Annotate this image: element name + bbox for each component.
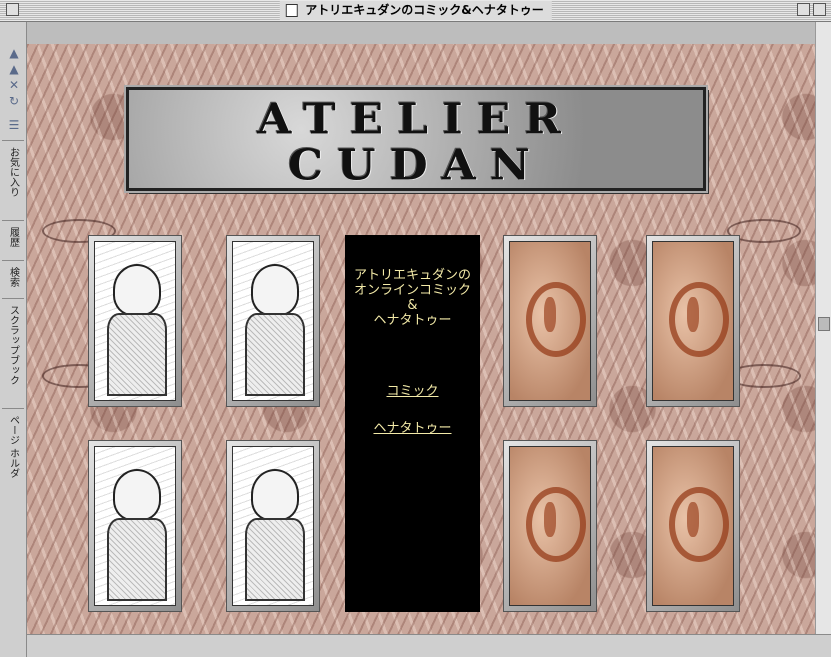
collapse-box-icon[interactable] (813, 3, 826, 16)
window-title-bar[interactable]: アトリエキュダンのコミック&ヘナタトゥー (0, 0, 831, 22)
tab-scrapbook[interactable]: スクラップブック (2, 298, 24, 408)
explorer-sidebar: ▲ ▲ ✕ ↻ ☰ お気に入り 履歴 検索 スクラップブック ページ ホルダ (0, 22, 27, 657)
comic-thumbnail-2[interactable] (226, 235, 320, 407)
tab-page-holder[interactable]: ページ ホルダ (2, 408, 24, 492)
site-heading: アトリエキュダンの オンラインコミック & ヘナタトゥー (345, 268, 480, 328)
tab-scrapbook-label: スクラップブック (7, 305, 19, 385)
heading-line-2: オンラインコミック (353, 283, 471, 298)
forward-arrow-icon[interactable]: ▲ (6, 62, 22, 76)
tab-search-label: 検索 (7, 267, 19, 287)
status-bar (27, 634, 831, 657)
tattoo-thumbnail-dragon[interactable] (646, 440, 740, 612)
center-menu-panel: アトリエキュダンの オンラインコミック & ヘナタトゥー コミック ヘナタトゥー (345, 235, 480, 612)
heading-line-3: & (407, 298, 418, 313)
henna-tattoo-link[interactable]: ヘナタトゥー (345, 417, 480, 436)
heading-line-4: ヘナタトゥー (373, 313, 452, 328)
comic-link[interactable]: コミック (345, 380, 480, 399)
window-title-wrap: アトリエキュダンのコミック&ヘナタトゥー (279, 1, 552, 20)
tab-history-label: 履歴 (7, 227, 19, 247)
logo-line-2: CUDAN (288, 141, 544, 190)
document-icon (285, 4, 298, 17)
page-content: ATELIER CUDAN アトリエキュダンの オンラインコミック & ヘナタト… (27, 44, 815, 634)
tab-favorites[interactable]: お気に入り (2, 140, 24, 220)
tattoo-thumbnail-tribal[interactable] (503, 440, 597, 612)
heading-line-1: アトリエキュダンの (353, 268, 471, 283)
atelier-cudan-logo: ATELIER CUDAN (126, 87, 706, 191)
vertical-scrollbar[interactable] (815, 22, 831, 634)
tattoo-thumbnail-butterfly[interactable] (503, 235, 597, 407)
comic-thumbnail-1[interactable] (88, 235, 182, 407)
logo-line-1: ATELIER (257, 95, 575, 144)
tab-favorites-label: お気に入り (7, 147, 19, 197)
close-box-icon[interactable] (6, 3, 19, 16)
tab-page-holder-label: ページ ホルダ (7, 415, 19, 479)
menu-icon[interactable]: ☰ (6, 118, 22, 132)
tab-search[interactable]: 検索 (2, 260, 24, 298)
tab-history[interactable]: 履歴 (2, 220, 24, 260)
back-arrow-icon[interactable]: ▲ (6, 46, 22, 60)
zoom-box-icon[interactable] (797, 3, 810, 16)
window-title: アトリエキュダンのコミック&ヘナタトゥー (305, 3, 544, 17)
comic-thumbnail-4[interactable] (226, 440, 320, 612)
tattoo-thumbnail-sun[interactable] (646, 235, 740, 407)
reload-icon[interactable]: ↻ (6, 94, 22, 108)
stop-icon[interactable]: ✕ (6, 78, 22, 92)
scrollbar-thumb[interactable] (818, 317, 830, 331)
comic-thumbnail-3[interactable] (88, 440, 182, 612)
